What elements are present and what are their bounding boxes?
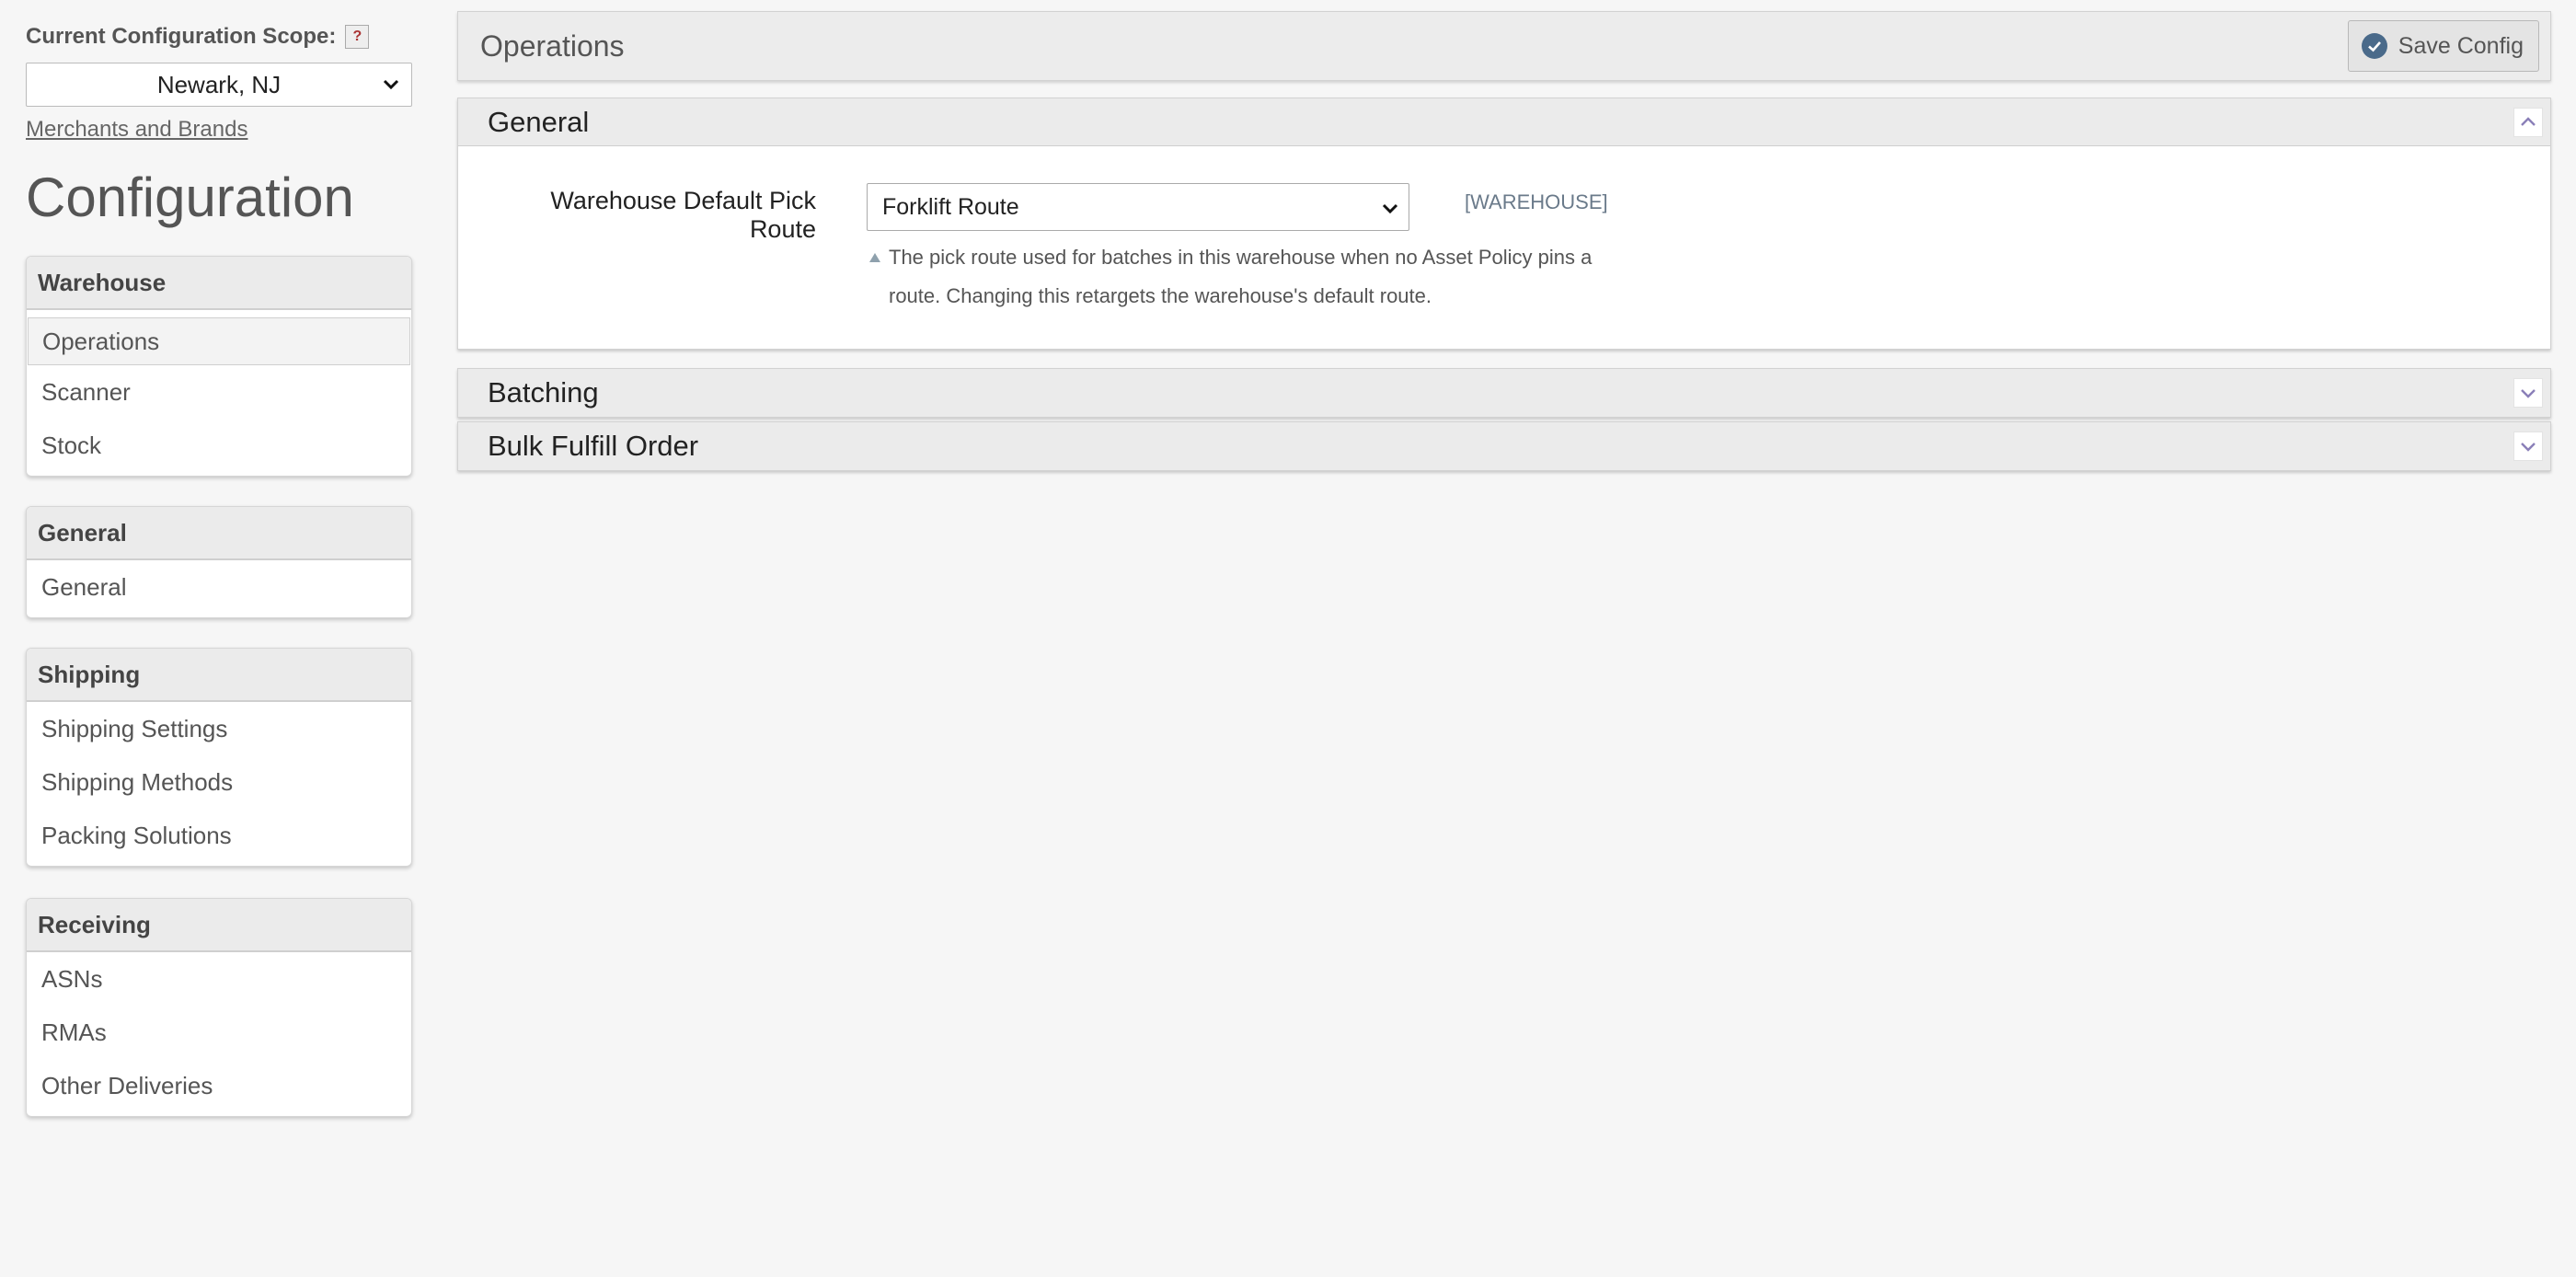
field-label: Warehouse Default Pick Route <box>550 187 816 243</box>
nav-item-other-deliveries[interactable]: Other Deliveries <box>27 1059 411 1112</box>
chevron-down-icon <box>1382 203 1398 214</box>
nav-group-header: General <box>27 507 411 560</box>
save-config-label: Save Config <box>2398 32 2524 59</box>
nav-item-packing-solutions[interactable]: Packing Solutions <box>27 809 411 862</box>
triangle-up-icon <box>869 253 880 262</box>
field-comment-text: The pick route used for batches in this … <box>889 246 1593 307</box>
section-title: Bulk Fulfill Order <box>488 430 699 462</box>
page-header: Operations Save Config <box>457 11 2551 81</box>
help-icon[interactable]: ? <box>345 25 370 49</box>
page-title: Operations <box>480 29 625 63</box>
chevron-down-icon <box>2521 389 2536 398</box>
section-title: Batching <box>488 376 599 408</box>
merchants-and-brands-link[interactable]: Merchants and Brands <box>26 117 247 143</box>
collapse-toggle[interactable] <box>2513 107 2543 137</box>
scope-label-text: Current Configuration Scope: <box>26 24 337 49</box>
section-body-general: Warehouse Default Pick Route Forklift Ro… <box>458 146 2550 349</box>
field-comment: The pick route used for batches in this … <box>867 238 1639 316</box>
page-heading: Configuration <box>26 167 354 228</box>
nav-group-shipping: Shipping Shipping Settings Shipping Meth… <box>26 648 412 867</box>
chevron-down-icon <box>2521 443 2536 452</box>
check-circle-icon <box>2361 33 2387 59</box>
section-general: General Warehouse Default Pick Route For… <box>457 98 2551 350</box>
pick-route-select-value: Forklift Route <box>882 193 1019 220</box>
expand-toggle[interactable] <box>2513 378 2543 408</box>
nav-item-operations[interactable]: Operations <box>28 317 410 365</box>
nav-item-scanner[interactable]: Scanner <box>27 365 411 419</box>
section-batching: Batching <box>457 368 2551 418</box>
section-header-general[interactable]: General <box>458 98 2550 146</box>
nav-group-header: Shipping <box>27 649 411 702</box>
expand-toggle[interactable] <box>2513 431 2543 461</box>
scope-tag: [WAREHOUSE] <box>1465 190 1608 213</box>
nav-item-shipping-methods[interactable]: Shipping Methods <box>27 755 411 809</box>
section-header-batching[interactable]: Batching <box>458 369 2550 417</box>
nav-item-general[interactable]: General <box>27 560 411 614</box>
section-header-bulk-fulfill-order[interactable]: Bulk Fulfill Order <box>458 422 2550 470</box>
nav-item-asns[interactable]: ASNs <box>27 952 411 1006</box>
chevron-down-icon <box>383 79 399 90</box>
pick-route-select[interactable]: Forklift Route <box>867 183 1409 231</box>
nav-item-stock[interactable]: Stock <box>27 419 411 472</box>
scope-select[interactable]: Newark, NJ <box>26 63 412 107</box>
save-config-button[interactable]: Save Config <box>2347 20 2539 72</box>
nav-group-receiving: Receiving ASNs RMAs Other Deliveries <box>26 898 412 1117</box>
nav-group-header: Warehouse <box>27 257 411 310</box>
main-content: Operations Save Config General Warehouse… <box>457 11 2551 471</box>
nav-item-rmas[interactable]: RMAs <box>27 1006 411 1059</box>
chevron-up-icon <box>2521 116 2536 126</box>
nav-item-shipping-settings[interactable]: Shipping Settings <box>27 702 411 755</box>
nav-group-general: General General <box>26 506 412 618</box>
scope-label: Current Configuration Scope: ? <box>26 24 370 50</box>
scope-select-value: Newark, NJ <box>156 70 282 98</box>
nav-group-warehouse: Warehouse Operations Scanner Stock <box>26 256 412 477</box>
section-bulk-fulfill-order: Bulk Fulfill Order <box>457 421 2551 471</box>
nav-group-header: Receiving <box>27 899 411 952</box>
section-title: General <box>488 105 590 138</box>
